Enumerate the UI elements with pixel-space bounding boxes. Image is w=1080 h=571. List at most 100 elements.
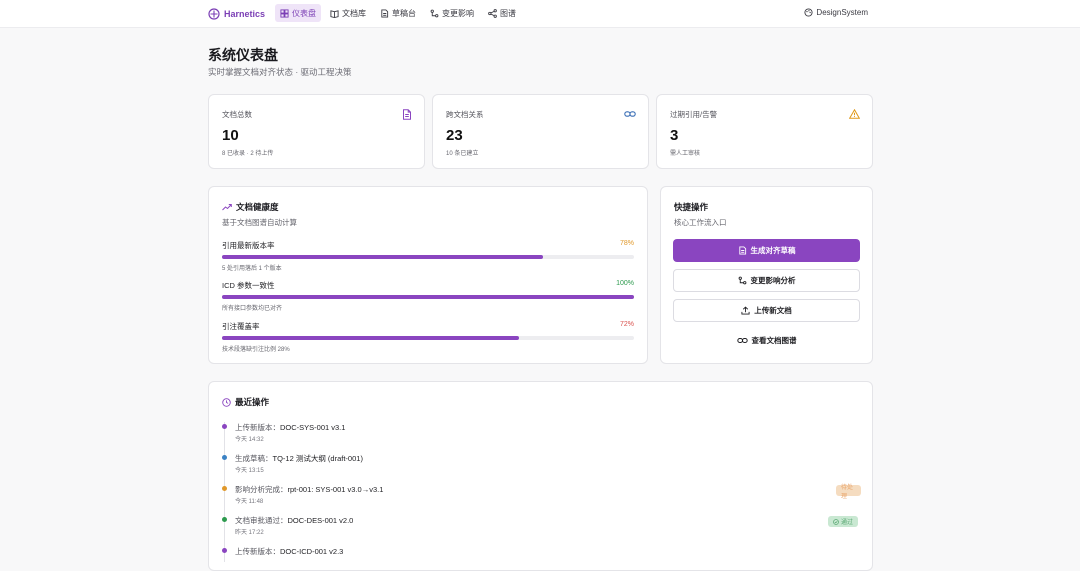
metric-percent: 78%	[619, 240, 634, 247]
clock-icon	[222, 397, 231, 407]
button-label: 变更影响分析	[750, 276, 796, 285]
stat-card-documents: 文档总数 10 8 已收录 · 2 待上传	[208, 94, 425, 169]
timeline-text: 生成草稿：TQ-12 测试大纲 (draft-001)	[235, 454, 363, 463]
link-icon	[624, 111, 636, 117]
button-label: 查看文档图谱	[751, 336, 797, 345]
stat-label: 跨文档关系	[446, 110, 484, 119]
warning-icon	[849, 109, 860, 119]
nav-label: 文档库	[342, 8, 366, 18]
stat-value: 3	[670, 127, 679, 144]
metric-name: 引注覆盖率	[222, 322, 260, 331]
stat-label: 过期引用/告警	[670, 110, 718, 119]
nav-item-library[interactable]: 文档库	[325, 4, 371, 22]
metric-percent: 100%	[616, 280, 634, 287]
document-icon	[403, 109, 411, 120]
health-title-text: 文档健康度	[236, 202, 279, 212]
design-system-link[interactable]: DesignSystem	[804, 8, 868, 17]
nav-item-dashboard[interactable]: 仪表盘	[275, 4, 321, 22]
recent-title: 最近操作	[222, 396, 269, 408]
timeline-time: 昨天 17:22	[235, 530, 264, 536]
impact-analysis-button[interactable]: 变更影响分析	[673, 269, 860, 292]
progress-fill	[222, 336, 519, 340]
health-subtitle: 基于文档图谱自动计算	[222, 218, 297, 227]
trend-up-icon	[222, 204, 232, 211]
impact-icon	[430, 9, 439, 17]
metric-note: 所有接口参数均已对齐	[222, 306, 283, 312]
check-circle-icon	[833, 518, 839, 525]
upload-icon	[741, 306, 750, 315]
main-nav: 仪表盘 文档库 草稿台 变更影响 图谱	[275, 4, 521, 22]
page-subtitle: 实时掌握文档对齐状态 · 驱动工程决策	[208, 67, 352, 77]
timeline-text: 上传新版本：DOC-ICD-001 v2.3	[235, 547, 344, 556]
metric-latest-version: 引用最新版本率 78% 5 处引用落后 1 个版本	[222, 240, 634, 272]
generate-draft-button[interactable]: 生成对齐草稿	[673, 239, 860, 262]
quick-actions-card: 快捷操作 核心工作流入口 生成对齐草稿 变更影响分析 上传新文档 查看文档图谱	[660, 186, 873, 364]
recent-title-text: 最近操作	[235, 397, 270, 407]
stat-label: 文档总数	[222, 110, 252, 119]
status-badge-approved: 通过	[828, 516, 859, 527]
metric-note: 5 处引用落后 1 个版本	[222, 266, 282, 272]
progress-fill	[222, 295, 634, 299]
nav-label: 变更影响	[442, 8, 474, 18]
nav-label: 图谱	[500, 8, 516, 18]
palette-icon	[804, 8, 813, 17]
document-health-card: 文档健康度 基于文档图谱自动计算 引用最新版本率 78% 5 处引用落后 1 个…	[208, 186, 648, 364]
metric-name: ICD 参数一致性	[222, 281, 275, 290]
graph-icon	[488, 8, 497, 18]
timeline-time: 今天 11:48	[235, 499, 264, 505]
timeline-text: 上传新版本：DOC-SYS-001 v3.1	[235, 423, 346, 432]
metric-citation-coverage: 引注覆盖率 72% 技术段落缺引注比例 28%	[222, 321, 634, 353]
design-system-label: DesignSystem	[816, 8, 868, 17]
dashboard-icon	[280, 8, 289, 18]
nav-item-graph[interactable]: 图谱	[483, 4, 521, 22]
metric-note: 技术段落缺引注比例 28%	[222, 347, 290, 353]
impact-icon	[738, 276, 746, 285]
timeline-text: 影响分析完成：rpt-001: SYS-001 v3.0→v3.1	[235, 485, 384, 494]
progress-bar	[222, 336, 634, 340]
draft-icon	[738, 246, 746, 255]
progress-bar	[222, 295, 634, 299]
brand-name: Harnetics	[224, 9, 266, 19]
draft-icon	[381, 8, 389, 18]
page-title: 系统仪表盘	[208, 47, 278, 63]
top-nav-bar: Harnetics 仪表盘 文档库 草稿台 变更影响 图谱 DesignSyst…	[0, 0, 1080, 28]
timeline-dot	[222, 424, 227, 429]
metric-percent: 72%	[619, 321, 634, 328]
status-badge-pending: 待处理	[836, 485, 861, 500]
health-title: 文档健康度	[222, 201, 279, 213]
timeline-time: 今天 13:15	[235, 468, 264, 474]
timeline-dot	[222, 517, 227, 522]
view-graph-button[interactable]: 查看文档图谱	[673, 329, 860, 352]
recent-operations-card: 最近操作 上传新版本：DOC-SYS-001 v3.1 今天 14:32 生成草…	[208, 381, 873, 571]
timeline-line	[224, 422, 225, 562]
timeline-dot	[222, 548, 227, 553]
nav-item-impact[interactable]: 变更影响	[425, 4, 479, 22]
nav-label: 仪表盘	[292, 8, 316, 18]
progress-bar	[222, 255, 634, 259]
book-icon	[330, 9, 339, 18]
link-icon	[736, 338, 748, 343]
stat-card-alerts: 过期引用/告警 3 需人工审核	[656, 94, 873, 169]
timeline-time: 今天 14:32	[235, 437, 264, 443]
stat-note: 需人工审核	[670, 151, 701, 157]
stat-value: 23	[446, 127, 463, 144]
timeline-text: 文档审批通过：DOC-DES-001 v2.0	[235, 516, 354, 525]
stat-card-relations: 跨文档关系 23 10 条已建立	[432, 94, 649, 169]
quick-subtitle: 核心工作流入口	[674, 218, 727, 227]
nav-item-drafts[interactable]: 草稿台	[375, 4, 421, 22]
stat-note: 8 已收录 · 2 待上传	[222, 151, 274, 157]
progress-fill	[222, 255, 544, 259]
metric-name: 引用最新版本率	[222, 241, 275, 250]
stat-value: 10	[222, 127, 239, 144]
logo-icon	[208, 8, 220, 20]
metric-icd-consistency: ICD 参数一致性 100% 所有接口参数均已对齐	[222, 280, 634, 312]
stat-note: 10 条已建立	[446, 151, 479, 157]
button-label: 上传新文档	[754, 306, 792, 315]
quick-title: 快捷操作	[674, 202, 709, 212]
nav-label: 草稿台	[392, 8, 416, 18]
brand[interactable]: Harnetics	[208, 6, 265, 22]
timeline-dot	[222, 486, 227, 491]
upload-document-button[interactable]: 上传新文档	[673, 299, 860, 322]
button-label: 生成对齐草稿	[750, 246, 796, 255]
timeline-dot	[222, 455, 227, 460]
